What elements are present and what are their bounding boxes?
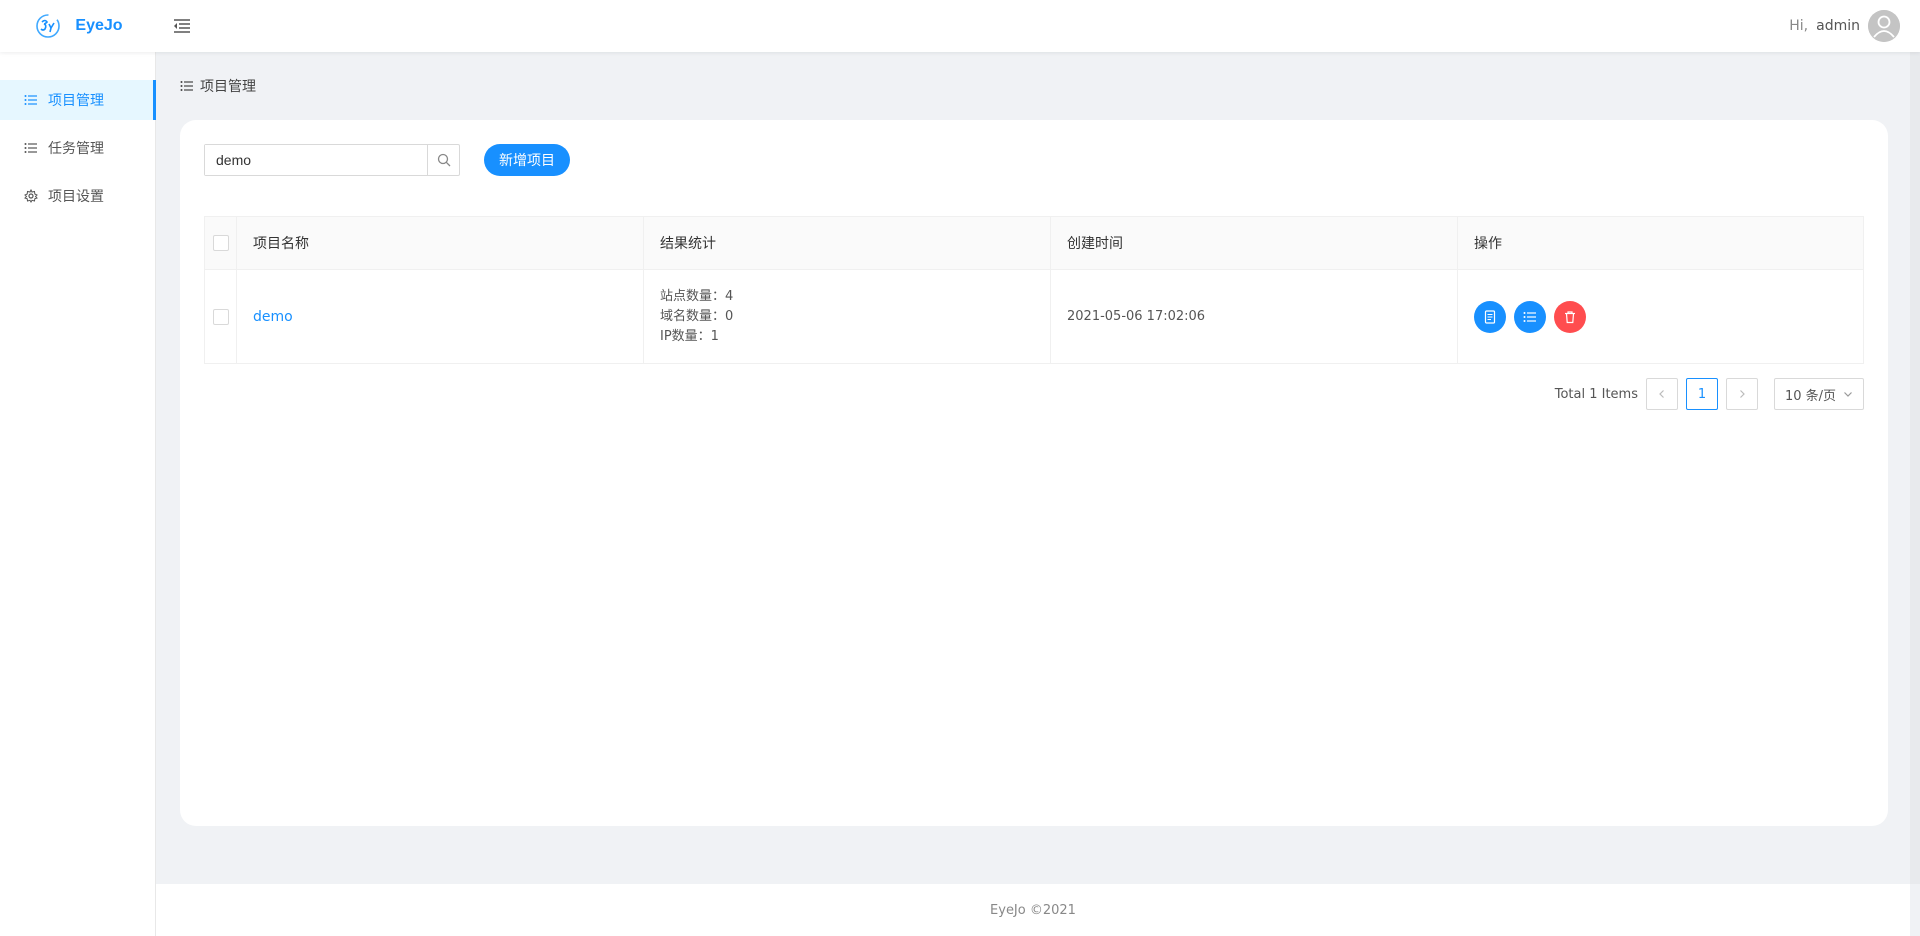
list-icon (1523, 311, 1536, 322)
created-time: 2021-05-06 17:02:06 (1067, 309, 1206, 324)
breadcrumb-label: 项目管理 (200, 79, 256, 95)
ip-count: IP数量：1 (660, 328, 719, 344)
select-all-checkbox[interactable] (212, 235, 229, 251)
sidebar: 项目管理 任务管理 项目设置 (0, 52, 156, 936)
brand-name: EyeJo (75, 17, 123, 34)
avatar[interactable] (1868, 10, 1900, 42)
search-input[interactable] (205, 145, 428, 175)
task-list-button[interactable] (1514, 300, 1546, 333)
row-checkbox[interactable] (212, 308, 229, 325)
actions-cell (1458, 270, 1863, 363)
site-count: 站点数量：4 (660, 288, 734, 304)
search-box (204, 144, 460, 176)
row-checkbox-cell (205, 270, 237, 363)
list-icon (180, 81, 193, 91)
delete-button[interactable] (1554, 300, 1586, 333)
list-icon (24, 143, 37, 153)
page-button-current[interactable]: 1 (1686, 378, 1718, 410)
sidebar-menu: 项目管理 任务管理 项目设置 (0, 80, 156, 216)
sidebar-item-label: 项目设置 (48, 189, 104, 205)
chevron-right-icon (1740, 390, 1745, 398)
pagination-total: Total 1 Items (1554, 386, 1638, 402)
search-icon (437, 153, 451, 167)
breadcrumb: 项目管理 (180, 76, 256, 96)
sidebar-item-label: 项目管理 (48, 93, 104, 109)
column-header-stats: 结果统计 (644, 217, 1051, 269)
project-name-cell: demo (237, 270, 644, 363)
stats-list: 站点数量：4 域名数量：0 IP数量：1 (660, 289, 733, 345)
top-header: EyeJo Hi, admin (0, 0, 1920, 52)
page-size-select[interactable]: 10 条/页 (1774, 378, 1864, 410)
footer: EyeJo ©2021 (156, 884, 1910, 936)
header-checkbox-cell (205, 217, 237, 269)
sidebar-item-settings[interactable]: 项目设置 (0, 176, 155, 216)
chevron-down-icon (1844, 392, 1852, 397)
search-button[interactable] (427, 145, 459, 175)
column-header-name: 项目名称 (237, 217, 644, 269)
greeting-text: Hi, (1789, 18, 1809, 34)
file-icon (1484, 309, 1496, 324)
sidebar-item-projects[interactable]: 项目管理 (0, 80, 156, 120)
scrollbar[interactable] (1910, 52, 1920, 884)
gear-icon (24, 189, 38, 203)
trash-icon (1565, 310, 1575, 323)
project-name-link[interactable]: demo (253, 309, 293, 325)
project-table: 项目名称 结果统计 创建时间 操作 demo 站点数量：4 域名数量：0 IP数… (204, 216, 1864, 364)
pagination: Total 1 Items 1 10 条/页 (1555, 378, 1864, 410)
sidebar-item-tasks[interactable]: 任务管理 (0, 128, 155, 168)
menu-fold-icon[interactable] (172, 16, 192, 36)
table-row: demo 站点数量：4 域名数量：0 IP数量：1 2021-05-06 17:… (205, 270, 1863, 363)
report-button[interactable] (1474, 300, 1506, 333)
column-header-actions: 操作 (1474, 236, 1502, 252)
user-menu[interactable]: Hi, admin (1789, 10, 1900, 42)
result-stats-cell: 站点数量：4 域名数量：0 IP数量：1 (644, 270, 1051, 363)
page-size-value: 10 条/页 (1785, 388, 1837, 404)
domain-count: 域名数量：0 (660, 308, 734, 324)
column-header-created: 创建时间 (1051, 217, 1458, 269)
add-project-button[interactable]: 新增项目 (484, 144, 570, 176)
list-icon (24, 95, 37, 105)
chevron-left-icon (1659, 390, 1664, 398)
content-card: 新增项目 项目名称 结果统计 创建时间 操作 demo 站点数量：4 域名数量：… (180, 120, 1888, 826)
next-page-button[interactable] (1726, 378, 1758, 410)
logo-icon (36, 14, 61, 38)
footer-text: EyeJo ©2021 (990, 902, 1076, 918)
table-header: 项目名称 结果统计 创建时间 操作 (205, 217, 1863, 270)
prev-page-button[interactable] (1646, 378, 1678, 410)
created-time-cell: 2021-05-06 17:02:06 (1051, 270, 1458, 363)
sidebar-item-label: 任务管理 (48, 141, 104, 157)
logo[interactable]: EyeJo (0, 0, 156, 52)
username: admin (1816, 18, 1860, 34)
